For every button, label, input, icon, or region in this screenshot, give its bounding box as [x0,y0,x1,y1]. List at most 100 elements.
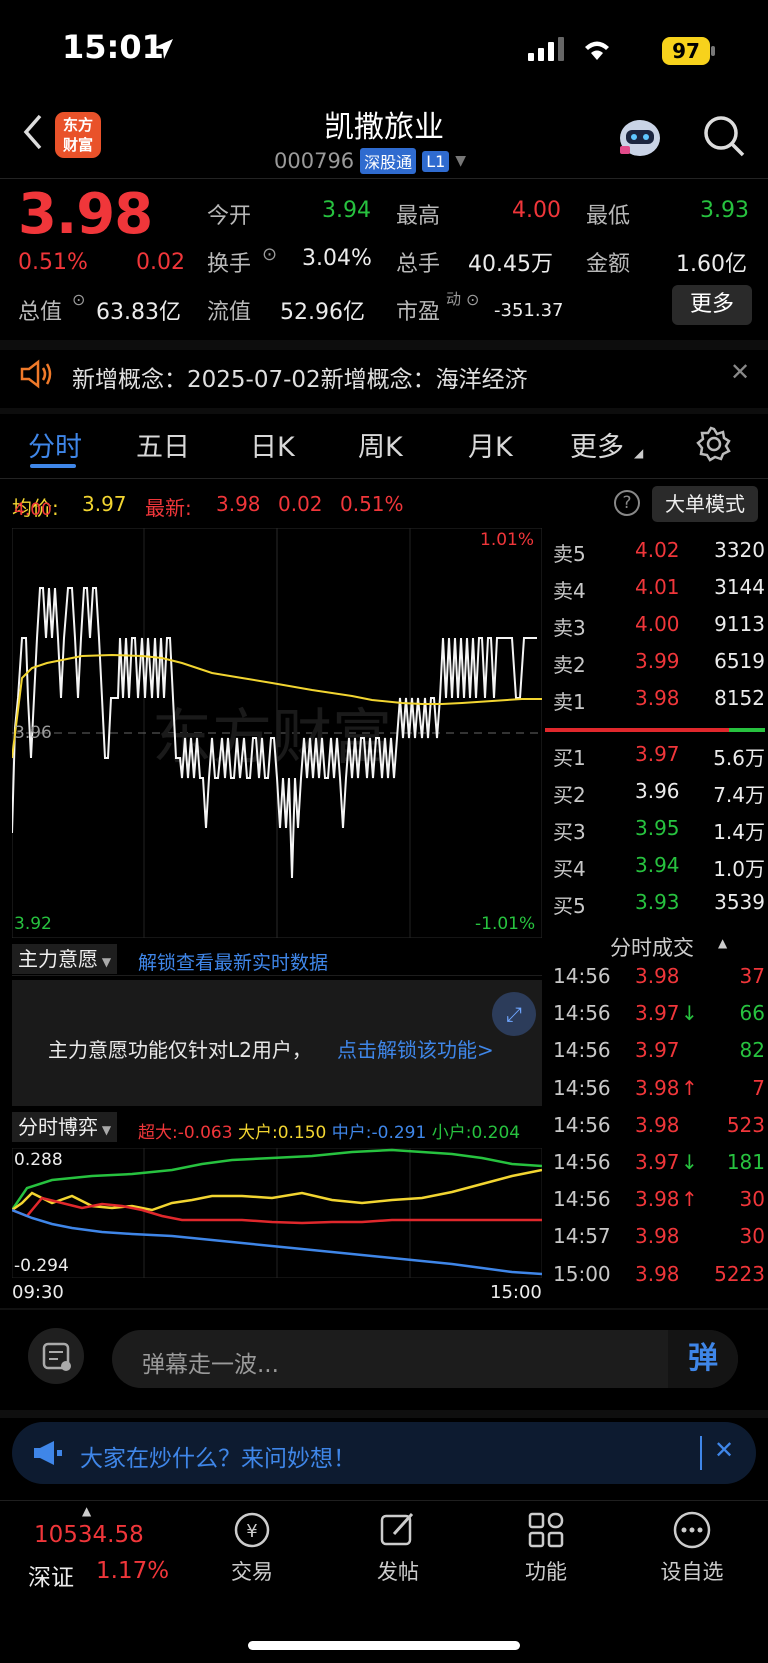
change-percent: 0.51% [18,250,88,275]
order-price: 4.01 [635,575,680,599]
tick-list[interactable]: 14:56 3.98 37 14:56 3.97 ↓ 66 14:56 3.97 82 14:56 3… [545,964,768,1314]
stock-code-row[interactable]: 000796 深股通 L1 ▼ [274,148,466,174]
dropdown-icon: ▼ [455,153,467,169]
tick-time: 14:56 [553,1187,611,1212]
tabs-divider [0,478,768,479]
game-axis-bottom: -0.294 [14,1256,69,1276]
tick-price: 3.98 [635,1187,680,1212]
nav-trade[interactable]: ¥ 交易 [222,1508,282,1586]
battery-indicator: 97 [662,37,710,65]
nav-functions[interactable]: 功能 [516,1508,576,1586]
intraday-chart[interactable]: 东方财富 [12,528,542,938]
section-gap [0,1410,768,1418]
tick-time: 15:00 [553,1261,611,1286]
order-volume: 6519 [714,649,765,673]
order-price: 4.02 [635,538,680,562]
order-level: 买4 [553,857,586,881]
turnover-value: 3.04% [302,246,372,271]
tab-monthly-k[interactable]: 月K [468,425,513,464]
time-axis-start: 09:30 [12,1282,64,1303]
section-gap [0,340,768,350]
nav-post[interactable]: 发帖 [368,1508,428,1586]
unlock-link[interactable]: 解锁查看最新实时数据 [138,948,328,975]
close-icon[interactable]: ✕ [730,358,750,386]
grid-apps-icon [528,1512,564,1548]
time-axis-end: 15:00 [490,1282,542,1303]
nav-label: 发帖 [377,1560,419,1584]
search-icon[interactable] [702,114,746,158]
tick-volume: 37 [739,964,765,988]
order-price: 3.93 [635,890,680,914]
game-dropdown[interactable]: 分时博弈 ▼ [12,1112,118,1142]
pe-value: -351.37 [494,300,564,321]
ask-banner[interactable]: 大家在炒什么？来问妙想！ ✕ [12,1422,756,1484]
tick-price: 3.98 [635,1261,680,1286]
axis-mid-price: 3.96 [14,723,52,743]
axis-top-percent: 1.01% [480,530,535,550]
game-axis-top: 0.288 [14,1150,63,1170]
open-value: 3.94 [322,198,371,223]
status-time: 15:01 [62,28,164,66]
order-price: 3.97 [635,742,680,766]
help-icon[interactable]: ? [614,490,640,516]
danmu-settings-button[interactable] [28,1328,84,1384]
nav-label: 交易 [231,1560,273,1584]
latest-price: 3.98 [216,492,261,516]
tick-time: 14:56 [553,1075,611,1100]
signal-icon [528,37,564,61]
nav-watchlist[interactable]: 设自选 [652,1508,732,1586]
unlock-feature-link[interactable]: 点击解锁该功能> [337,1034,494,1063]
tick-volume: 523 [726,1112,765,1137]
order-level: 买3 [553,820,586,844]
info-dots-icon[interactable]: ⊙ [262,244,277,265]
close-icon[interactable]: ✕ [714,1436,734,1464]
tab-minute[interactable]: 分时 [28,425,82,464]
tick-price: 3.98 [635,1112,680,1137]
tab-more[interactable]: 更多 [570,425,624,464]
index-percent[interactable]: 1.17% [96,1558,169,1584]
tab-daily-k[interactable]: 日K [250,425,295,464]
tick-price: 3.97 [635,1150,680,1174]
turnover-label: 换手 [207,252,252,277]
wifi-icon [585,41,609,60]
order-volume: 3539 [714,890,765,914]
robot-assistant-icon[interactable] [614,112,666,160]
danmu-send-button[interactable]: 弹 [668,1330,738,1388]
tick-time: 14:56 [553,1001,611,1026]
float-cap-value: 52.96亿 [280,300,365,325]
danmu-input[interactable]: 弹幕走一波... 弹 [112,1330,738,1388]
tick-price: 3.98 [635,964,680,988]
index-value[interactable]: 10534.58 [34,1522,144,1548]
ticks-title[interactable]: 分时成交 [610,932,694,962]
market-cap-value: 63.83亿 [96,300,181,325]
order-volume: 8152 [714,686,765,710]
main-force-dropdown[interactable]: 主力意愿 ▼ [12,944,118,974]
expand-icon[interactable]: ⤢ [492,992,536,1036]
tab-five-day[interactable]: 五日 [136,425,190,464]
more-button[interactable]: 更多 [672,285,752,325]
order-volume: 7.4万 [713,783,765,807]
location-arrow-icon [153,39,173,59]
info-dots-icon[interactable]: ⊙ [466,290,479,309]
change-amount: 0.02 [136,250,185,275]
main-force-locked-panel: 主力意愿功能仅针对L2用户， 点击解锁该功能> ⤢ [12,980,542,1106]
index-name[interactable]: 深证 [28,1558,74,1592]
game-chart[interactable] [12,1148,542,1278]
tick-volume: 30 [739,1187,765,1212]
tick-time: 14:56 [553,1038,611,1063]
section-gap [0,408,768,414]
order-price: 3.98 [635,686,680,710]
axis-bottom-price: 3.92 [14,914,52,934]
settings-gear-icon[interactable] [696,426,732,462]
info-dots-icon[interactable]: ⊙ [72,290,85,309]
tick-time: 14:56 [553,964,611,988]
tick-price: 3.98 [635,1224,680,1249]
order-price: 3.96 [635,779,680,803]
tab-weekly-k[interactable]: 周K [358,425,403,464]
connect-tag: 深股通 [360,148,417,174]
notice-text[interactable]: 新增概念：2025-07-02新增概念：海洋经济 [72,360,528,394]
tick-volume: 181 [726,1150,765,1174]
order-level: 卖3 [553,616,586,640]
order-volume: 1.4万 [713,820,765,844]
big-order-mode-button[interactable]: 大单模式 [652,486,758,522]
